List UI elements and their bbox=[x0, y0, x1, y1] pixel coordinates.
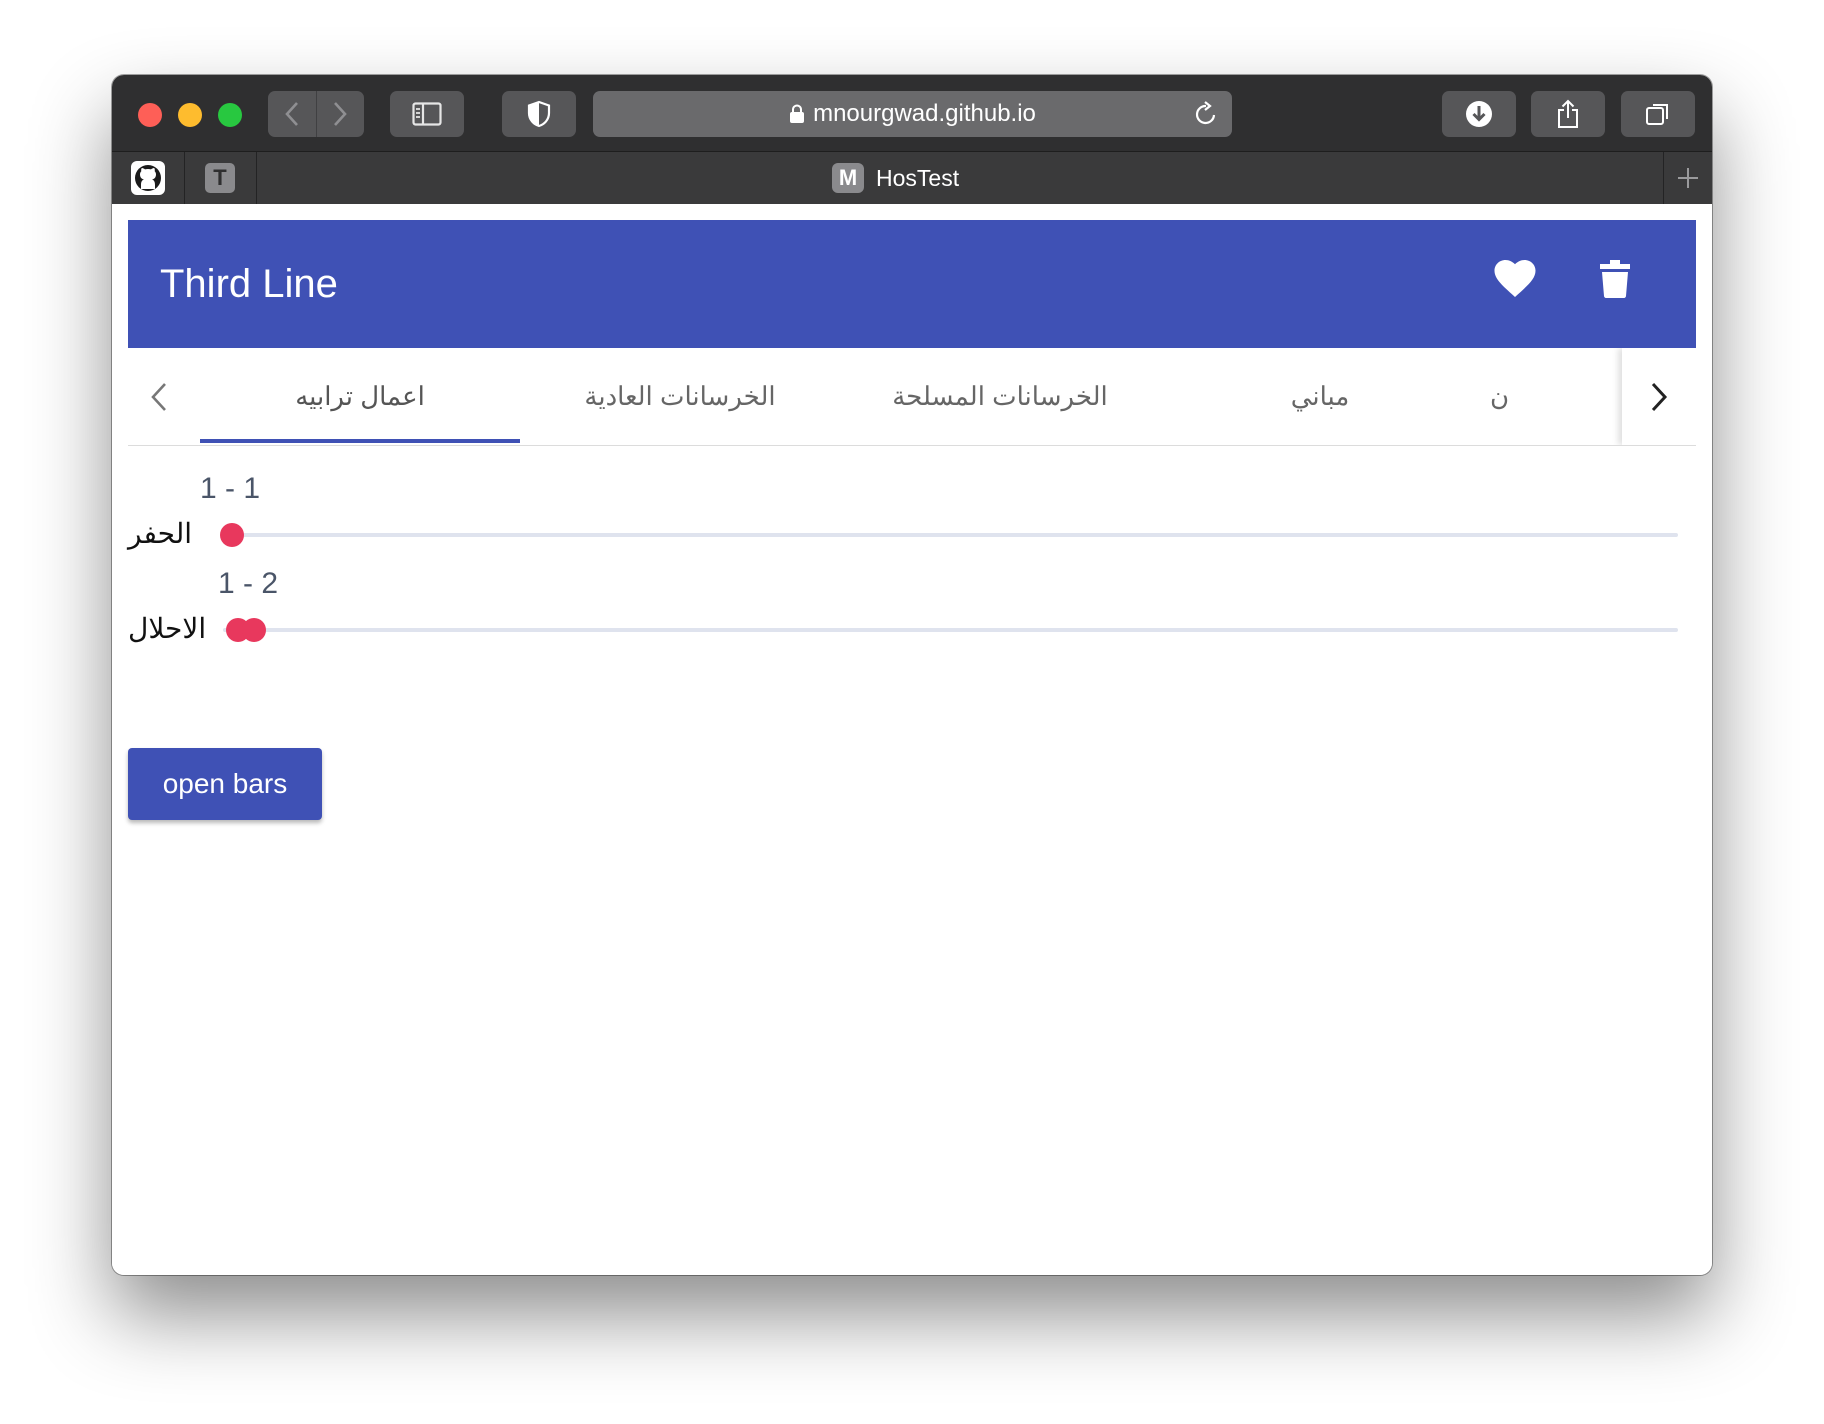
slider-track[interactable] bbox=[223, 533, 1678, 537]
tab-label: مباني bbox=[1290, 381, 1350, 411]
downloads-button[interactable] bbox=[1442, 91, 1516, 137]
share-icon bbox=[1558, 99, 1578, 128]
back-forward-group bbox=[268, 91, 364, 137]
page-content: Third Line اعمال ترابيه الخرسانات العادي… bbox=[112, 204, 1712, 1275]
zoom-window-button[interactable] bbox=[218, 103, 242, 127]
chevron-left-icon bbox=[151, 383, 166, 411]
app-toolbar: Third Line bbox=[128, 220, 1696, 348]
pinned-tab-favicon: T bbox=[205, 163, 235, 193]
reload-icon bbox=[1195, 101, 1216, 125]
forward-button[interactable] bbox=[316, 101, 364, 127]
tab-label: الخرسانات العادية bbox=[584, 381, 776, 411]
page-title: Third Line bbox=[160, 262, 338, 306]
lock-icon bbox=[790, 104, 805, 123]
tabs-scroll-right-button[interactable] bbox=[1622, 348, 1696, 445]
close-window-button[interactable] bbox=[138, 103, 162, 127]
trash-icon bbox=[1600, 260, 1630, 298]
slider-row-replacement: 1 - 2 الاحلال bbox=[128, 567, 1696, 647]
download-icon bbox=[1466, 101, 1492, 127]
tab-buildings[interactable]: مباني bbox=[1160, 348, 1480, 445]
delete-button[interactable] bbox=[1600, 260, 1630, 303]
active-browser-tab[interactable]: M HosTest bbox=[832, 162, 959, 194]
tab-bar: T M HosTest bbox=[112, 151, 1712, 205]
tab-overview-icon bbox=[1646, 104, 1668, 125]
tab-overview-button[interactable] bbox=[1621, 91, 1695, 137]
range-value-label: 1 - 1 bbox=[200, 472, 261, 505]
slider-name: الحفر bbox=[128, 518, 192, 549]
tab-label: اعمال ترابيه bbox=[295, 381, 425, 411]
browser-toolbar: mnourgwad.github.io bbox=[112, 75, 1712, 151]
url-text: mnourgwad.github.io bbox=[813, 100, 1036, 127]
tabs-scroll-left-button[interactable] bbox=[150, 382, 168, 417]
github-icon bbox=[131, 161, 165, 195]
category-tabs: اعمال ترابيه الخرسانات العادية الخرسانات… bbox=[128, 348, 1696, 446]
chevron-right-icon bbox=[334, 102, 347, 126]
plus-icon bbox=[1678, 168, 1698, 188]
tab-reinforced-concrete[interactable]: الخرسانات المسلحة bbox=[840, 348, 1160, 445]
browser-window: mnourgwad.github.io T M HosTest Third Li… bbox=[112, 75, 1712, 1275]
slider-thumb-min[interactable] bbox=[220, 523, 244, 547]
slider-row-excavation: 1 - 1 الحفر bbox=[128, 472, 1696, 552]
sidebar-icon bbox=[412, 102, 442, 126]
address-bar[interactable]: mnourgwad.github.io bbox=[593, 91, 1232, 137]
tab-title: HosTest bbox=[876, 164, 960, 191]
minimize-window-button[interactable] bbox=[178, 103, 202, 127]
sidebar-button[interactable] bbox=[390, 91, 464, 137]
tab-label: ن bbox=[1490, 381, 1510, 411]
new-tab-button[interactable] bbox=[1663, 152, 1712, 204]
tab-label: الخرسانات المسلحة bbox=[892, 381, 1108, 411]
pinned-tab-t[interactable]: T bbox=[184, 152, 257, 204]
slider-thumb-max[interactable] bbox=[242, 618, 266, 642]
privacy-button[interactable] bbox=[502, 91, 576, 137]
reload-button[interactable] bbox=[1194, 101, 1218, 134]
heart-icon bbox=[1494, 260, 1536, 297]
favorite-button[interactable] bbox=[1494, 260, 1536, 303]
share-button[interactable] bbox=[1531, 91, 1605, 137]
shield-icon bbox=[527, 100, 551, 128]
slider-name: الاحلال bbox=[128, 613, 207, 644]
active-tab-indicator bbox=[200, 439, 520, 443]
tab-plain-concrete[interactable]: الخرسانات العادية bbox=[520, 348, 840, 445]
pinned-tab-github[interactable] bbox=[112, 152, 185, 204]
open-bars-button[interactable]: open bars bbox=[128, 748, 322, 820]
chevron-left-icon bbox=[284, 102, 298, 126]
slider-track[interactable] bbox=[223, 628, 1678, 632]
back-button[interactable] bbox=[268, 101, 316, 127]
range-value-label: 1 - 2 bbox=[218, 567, 279, 600]
tab-favicon: M bbox=[832, 163, 864, 193]
tab-earthworks[interactable]: اعمال ترابيه bbox=[200, 348, 520, 445]
chevron-right-icon bbox=[1651, 382, 1668, 411]
